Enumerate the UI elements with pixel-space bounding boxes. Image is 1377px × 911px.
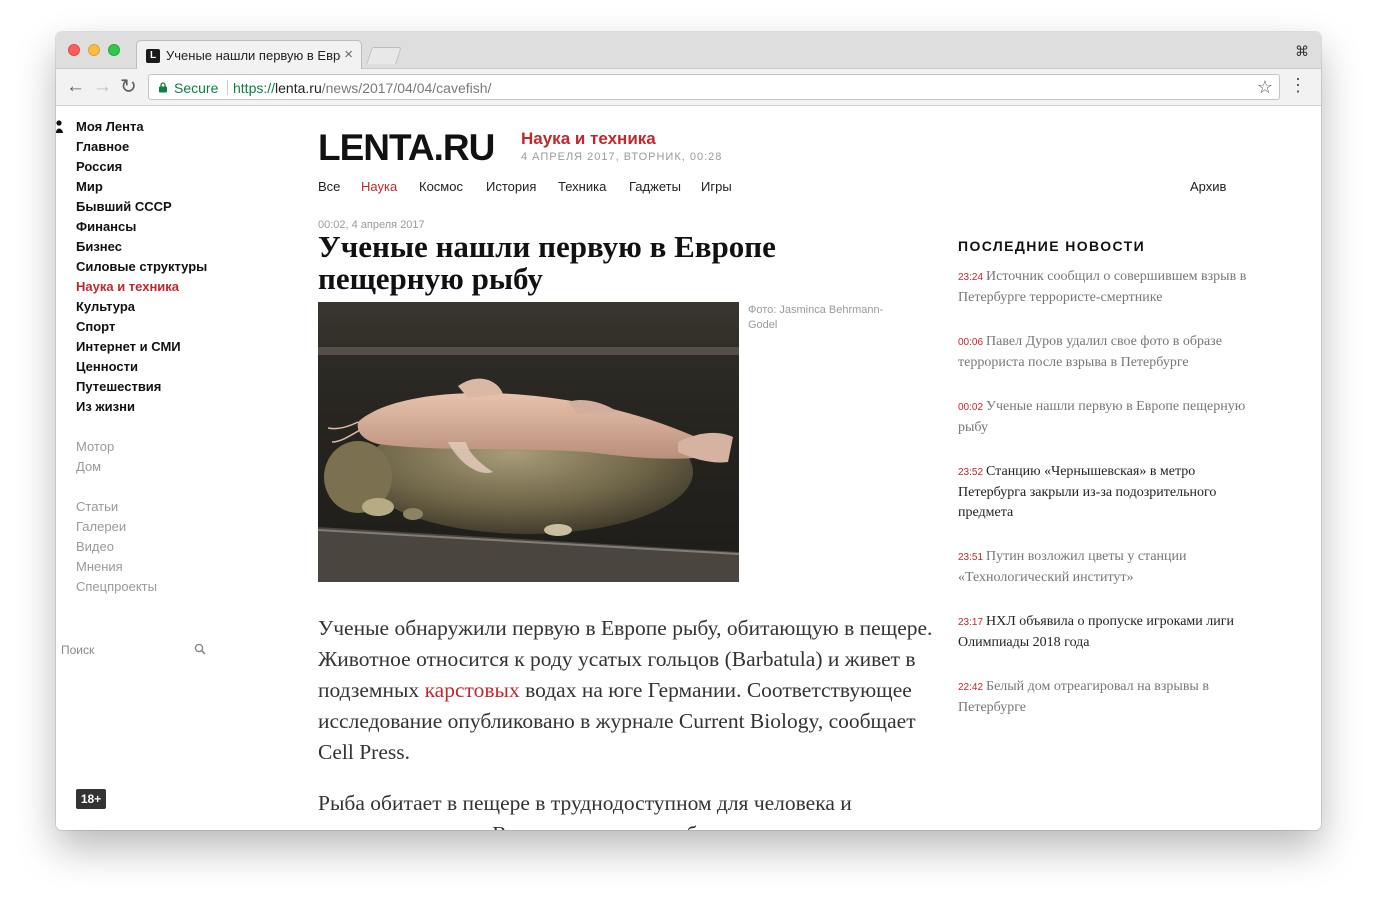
sidebar-item-motor[interactable]: Мотор	[76, 437, 276, 457]
url-scheme: https://	[233, 80, 276, 96]
tab-technology[interactable]: Техника	[558, 179, 606, 194]
article-body: Ученые обнаружили первую в Европе рыбу, …	[318, 613, 933, 830]
command-key-icon: ⌘	[1295, 43, 1309, 59]
browser-menu-icon[interactable]: ⋮	[1289, 75, 1307, 95]
tab-title: Ученые нашли первую в Европе пещерную ры…	[166, 48, 341, 63]
address-separator	[227, 80, 228, 95]
sidebar-nav: Моя Лента Главное Россия Мир Бывший СССР…	[56, 117, 276, 597]
photo-credit: Фото: Jasminca Behrmann-Godel	[748, 304, 884, 331]
news-time: 00:02	[958, 402, 984, 413]
url-host: lenta.ru	[275, 80, 322, 96]
tab-all[interactable]: Все	[318, 179, 340, 194]
sidebar-item-main[interactable]: Главное	[76, 137, 276, 157]
news-headline: Путин возложил цветы у станции «Технолог…	[958, 549, 1187, 585]
title-bar: L Ученые нашли первую в Европе пещерную …	[56, 32, 1321, 70]
browser-window: L Ученые нашли первую в Европе пещерную …	[56, 32, 1321, 830]
sidebar-item-culture[interactable]: Культура	[76, 297, 276, 317]
tab-gadgets[interactable]: Гаджеты	[629, 179, 681, 194]
sidebar-item-ex-ussr[interactable]: Бывший СССР	[76, 197, 276, 217]
age-rating-badge: 18+	[76, 789, 106, 809]
back-arrow-icon[interactable]: ←	[66, 77, 85, 97]
tab-science[interactable]: Наука	[361, 179, 397, 194]
tab-space[interactable]: Космос	[419, 179, 463, 194]
tab-history[interactable]: История	[486, 179, 536, 194]
secure-label: Secure	[174, 80, 219, 96]
news-headline: Ученые нашли первую в Европе пещерную ры…	[958, 399, 1246, 435]
tab-close-icon[interactable]: ×	[344, 46, 353, 63]
latest-news-heading: ПОСЛЕДНИЕ НОВОСТИ	[958, 238, 1146, 254]
sidebar-item-finance[interactable]: Финансы	[76, 217, 276, 237]
page-viewport: Моя Лента Главное Россия Мир Бывший СССР…	[56, 107, 1321, 830]
window-maximize-button[interactable]	[108, 44, 120, 56]
sidebar-item-science[interactable]: Наука и техника	[76, 277, 276, 297]
sidebar-item-home[interactable]: Дом	[76, 457, 276, 477]
cavefish-photo-illustration	[318, 302, 739, 582]
browser-tab-active[interactable]: L Ученые нашли первую в Европе пещерную …	[136, 40, 362, 70]
news-item[interactable]: 23:17 НХЛ объявила о пропуске игроками ли…	[958, 612, 1258, 653]
news-headline: НХЛ объявила о пропуске игроками лиги Ол…	[958, 614, 1234, 650]
url-text[interactable]: https://lenta.ru/news/2017/04/04/cavefis…	[233, 80, 491, 96]
sidebar-item-my-feed[interactable]: Моя Лента	[56, 117, 276, 137]
site-logo[interactable]: LENTA.RU	[318, 128, 495, 168]
sidebar-item-russia[interactable]: Россия	[76, 157, 276, 177]
sidebar-item-galleries[interactable]: Галереи	[76, 517, 276, 537]
sidebar-item-security-forces[interactable]: Силовые структуры	[76, 257, 276, 277]
browser-toolbar: ← → ↻ Secure https://lenta.ru/news/2017/…	[56, 69, 1321, 106]
sidebar-item-travel[interactable]: Путешествия	[76, 377, 276, 397]
section-title[interactable]: Наука и техника	[521, 129, 656, 149]
bookmark-star-icon[interactable]: ☆	[1257, 77, 1273, 98]
sidebar-item-video[interactable]: Видео	[76, 537, 276, 557]
sidebar-item-world[interactable]: Мир	[76, 177, 276, 197]
lenta-favicon-icon: L	[146, 49, 160, 63]
window-close-button[interactable]	[68, 44, 80, 56]
news-time: 23:51	[958, 552, 984, 563]
news-headline: Белый дом отреагировал на взрывы в Петер…	[958, 679, 1209, 715]
sidebar-item-opinions[interactable]: Мнения	[76, 557, 276, 577]
sidebar-item-values[interactable]: Ценности	[76, 357, 276, 377]
news-headline: Павел Дуров удалил свое фото в образе те…	[958, 334, 1222, 370]
news-time: 22:42	[958, 682, 984, 693]
url-path: /news/2017/04/04/cavefish/	[321, 80, 492, 96]
forward-arrow-icon[interactable]: →	[93, 77, 112, 97]
sidebar-item-internet-media[interactable]: Интернет и СМИ	[76, 337, 276, 357]
search-icon[interactable]	[194, 643, 206, 655]
news-item[interactable]: 00:06 Павел Дуров удалил свое фото в обра…	[958, 332, 1258, 373]
news-item[interactable]: 00:02 Ученые нашли первую в Европе пещерн…	[958, 397, 1258, 438]
current-date: 4 АПРЕЛЯ 2017, ВТОРНИК, 00:28	[521, 151, 723, 163]
news-time: 23:52	[958, 467, 984, 478]
search-input[interactable]	[61, 639, 191, 661]
address-bar[interactable]: Secure https://lenta.ru/news/2017/04/04/…	[148, 74, 1280, 100]
new-tab-button[interactable]	[366, 47, 402, 64]
news-time: 00:06	[958, 337, 984, 348]
person-icon	[56, 120, 63, 133]
article-paragraph: Ученые обнаружили первую в Европе рыбу, …	[318, 613, 933, 768]
article-paragraph: Рыба обитает в пещере в труднодоступном …	[318, 791, 852, 830]
news-item[interactable]: 23:51 Путин возложил цветы у станции «Тех…	[958, 547, 1258, 588]
latest-news-list: 23:24 Источник сообщил о совершившем взры…	[958, 267, 1258, 742]
sidebar-item-label: Моя Лента	[76, 119, 144, 134]
archive-link[interactable]: Архив	[1190, 179, 1226, 194]
sidebar-item-sport[interactable]: Спорт	[76, 317, 276, 337]
karst-link[interactable]: карстовых	[425, 678, 520, 702]
news-time: 23:17	[958, 617, 984, 628]
window-minimize-button[interactable]	[88, 44, 100, 56]
news-headline: Источник сообщил о совершившем взрыв в П…	[958, 269, 1247, 305]
article-title: Ученые нашли первую в Европе пещерную ры…	[318, 229, 776, 296]
news-time: 23:24	[958, 272, 984, 283]
news-item[interactable]: 22:42 Белый дом отреагировал на взрывы в …	[958, 677, 1258, 718]
news-item[interactable]: 23:52 Станцию «Чернышевская» в метро Пете…	[958, 462, 1258, 523]
sidebar-item-business[interactable]: Бизнес	[76, 237, 276, 257]
reload-icon[interactable]: ↻	[120, 77, 137, 97]
article-photo[interactable]	[318, 302, 739, 582]
sidebar-search	[61, 639, 211, 661]
lock-icon	[159, 82, 167, 93]
sidebar-item-articles[interactable]: Статьи	[76, 497, 276, 517]
sidebar-item-life[interactable]: Из жизни	[76, 397, 276, 417]
sidebar-item-special-projects[interactable]: Спецпроекты	[76, 577, 276, 597]
news-item[interactable]: 23:24 Источник сообщил о совершившем взры…	[958, 267, 1258, 308]
news-headline: Станцию «Чернышевская» в метро Петербург…	[958, 464, 1217, 520]
tab-games[interactable]: Игры	[701, 179, 732, 194]
